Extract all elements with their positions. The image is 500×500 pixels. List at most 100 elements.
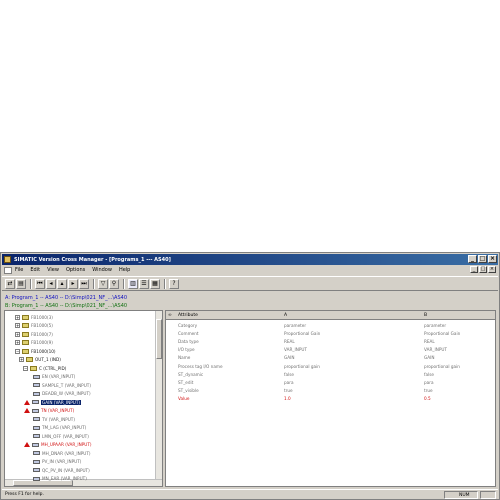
value-b-cell: 0.5 [424,395,431,401]
tree-item[interactable]: + FB1000(5) [15,322,53,330]
filter-settings-icon[interactable]: ⚲ [109,278,119,289]
tree-item[interactable]: TV (VAR_INPUT) [33,415,75,423]
menu-edit[interactable]: Edit [30,267,40,273]
value-a-cell: VAR_INPUT [284,347,307,353]
tree-item[interactable]: MH_UPAAR (VAR_INPUT) [24,441,92,449]
value-a-cell: REAL [284,339,295,345]
attribute-grid: ∞ Attribute A B Category parameter paramet… [165,310,496,487]
expand-icon[interactable]: + [19,357,24,362]
grid-row[interactable]: Name GAIN GAIN [166,354,495,361]
parameter-icon [33,383,40,387]
attribute-cell: ST_visible [178,387,199,393]
difference-warning-icon [24,442,30,447]
view-detail-icon[interactable]: ▦ [150,278,160,289]
grid-row[interactable]: Category parameter parameter [166,322,495,329]
tree-item[interactable]: DEADB_W (VAR_INPUT) [33,390,91,398]
toolbar-separator [164,278,166,289]
tree-item-label: TM_LAG (VAR_INPUT) [42,425,87,430]
tree-item[interactable]: + FB1000(7) [15,330,53,338]
tree-item[interactable]: MN_EAR (VAR_INPUT) [33,475,87,483]
tree-item[interactable]: − C (CTRL_PID) [23,364,66,372]
grid-row[interactable]: Data type REAL REAL [166,338,495,345]
parameter-icon [32,442,39,447]
status-bar: Press F1 for help. NUM [2,489,498,499]
status-text: Press F1 for help. [5,492,44,497]
header-b[interactable]: B [424,313,427,318]
tree-item[interactable]: TN (VAR_INPUT) [24,407,74,415]
collapse-icon[interactable]: − [15,348,20,354]
next-icon[interactable]: ▸ [68,278,78,289]
value-a-cell: GAIN [284,355,295,361]
header-attribute[interactable]: Attribute [178,313,198,318]
menu-file[interactable]: File [15,267,23,273]
expand-icon[interactable]: + [15,314,20,320]
view-list-icon[interactable]: ☰ [139,278,149,289]
tree-item[interactable]: QC_PV_IN (VAR_INPUT) [33,466,90,474]
tree-item[interactable]: + FB1000(9) [15,339,53,347]
view-tree-icon[interactable]: ▥ [128,278,138,289]
last-icon[interactable]: ⏭ [79,278,89,289]
doc-close-button[interactable]: × [488,266,496,273]
collapse-icon[interactable]: − [23,365,28,371]
document-icon[interactable] [4,266,12,274]
menu-options[interactable]: Options [66,267,85,273]
block-folder-icon [30,365,37,371]
grid-header: ∞ Attribute A B [166,311,495,320]
grid-row[interactable]: I/O type VAR_INPUT VAR_INPUT [166,346,495,353]
previous-icon[interactable]: ◂ [46,278,56,289]
tree-item[interactable]: + OUT_1 (IND) [19,356,61,364]
doc-restore-button[interactable]: □ [479,266,487,273]
tree-item[interactable]: SAMPLE_T (VAR_INPUT) [33,381,91,389]
grid-row[interactable]: ST_edit para para [166,379,495,386]
resize-grip[interactable] [480,491,496,499]
menu-bar: File Edit View Options Window Help _ □ × [2,265,498,275]
block-folder-icon [22,314,29,320]
tree-item[interactable]: − FB1000(10) [15,347,56,355]
grid-row[interactable]: Process tag I/O name proportional gain pro… [166,363,495,370]
path-a: A: Program_1 -- AS40 -- D:\Simp\021_NF_.… [5,295,127,301]
first-icon[interactable]: ⏮ [35,278,45,289]
attribute-cell: Name [178,355,191,361]
app-icon [4,256,11,263]
value-b-cell: Proportional Gain [424,331,461,337]
value-b-cell: GAIN [424,355,435,361]
tree-item[interactable]: PV_IN (VAR_INPUT) [33,458,81,466]
maximize-button[interactable]: □ [478,255,487,263]
minimize-button[interactable]: _ [468,255,477,263]
tree-item-label: DEADB_W (VAR_INPUT) [42,391,91,396]
grid-row[interactable]: ST_visible true true [166,387,495,394]
tree-item[interactable]: MH_DNAR (VAR_INPUT) [33,449,91,457]
object-tree[interactable]: + FB1000(3) + FB1000(5) + FB1000(7) + FB1000(9)… [4,310,163,487]
filter-icon[interactable]: ▽ [98,278,108,289]
path-b: B: Program_1 -- AS40 -- D:\Simp\021_NF_.… [5,303,128,309]
tree-item[interactable]: EN (VAR_INPUT) [33,373,75,381]
tree-item-label: MN_EAR (VAR_INPUT) [42,476,87,481]
print-icon[interactable]: ▤ [16,278,26,289]
expand-icon[interactable]: + [15,331,20,337]
grid-row[interactable]: Value 1.0 0.5 [166,395,495,402]
help-icon[interactable]: ? [169,278,179,289]
tree-item[interactable]: + FB1000(3) [15,313,53,321]
scroll-thumb[interactable] [156,319,162,359]
tree-item-label: LMN_OFF (VAR_INPUT) [42,433,89,439]
tree-item-label: QC_PV_IN (VAR_INPUT) [42,467,90,473]
tree-item[interactable]: GAIN (VAR_INPUT) [24,398,82,406]
header-a[interactable]: A [284,313,287,318]
value-a-cell: para [284,379,294,385]
open-icon[interactable]: ⇄ [5,278,15,289]
grid-row[interactable]: ST_dynamic false false [166,371,495,378]
close-button[interactable]: × [488,255,497,263]
tree-item-label: FB1000(3) [31,314,53,320]
up-icon[interactable]: ▴ [57,278,67,289]
value-b-cell: para [424,379,434,385]
grid-row[interactable]: Comment Proportional Gain Proportional Gai… [166,330,495,337]
menu-view[interactable]: View [47,267,59,273]
expand-icon[interactable]: + [15,340,20,345]
tree-item[interactable]: LMN_OFF (VAR_INPUT) [33,432,89,440]
menu-window[interactable]: Window [92,267,112,273]
menu-help[interactable]: Help [119,267,130,273]
doc-minimize-button[interactable]: _ [470,266,478,273]
tree-item[interactable]: TM_LAG (VAR_INPUT) [33,424,86,432]
tree-vertical-scrollbar[interactable] [155,311,162,479]
expand-icon[interactable]: + [15,323,20,328]
